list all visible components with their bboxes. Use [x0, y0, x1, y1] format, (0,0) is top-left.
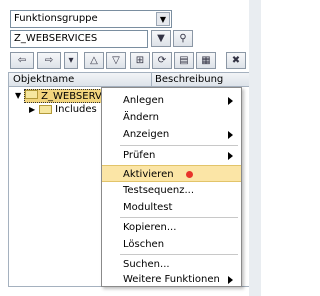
submenu-arrow-icon	[228, 131, 233, 139]
submenu-arrow-icon	[228, 97, 233, 105]
up-button[interactable]: △	[84, 52, 104, 69]
red-dot-icon	[186, 171, 193, 178]
expanded-arrow-icon[interactable]: ▼	[15, 91, 21, 100]
menu-item-weitere-funktionen[interactable]: Weitere Funktionen	[102, 271, 241, 288]
menu-item-aktivieren[interactable]: Aktivieren	[102, 165, 241, 182]
folder-open-icon	[25, 89, 39, 99]
glasses-icon: ⚲	[179, 33, 187, 44]
menu-item-label: Weitere Funktionen	[123, 274, 220, 285]
menu-item-label: Testsequenz...	[123, 185, 195, 196]
display-button[interactable]: ▤	[174, 52, 194, 69]
menu-item-label: Kopieren...	[123, 222, 177, 233]
tree-header: Objektname Beschreibung	[8, 72, 250, 87]
grid-icon: ▦	[201, 55, 211, 66]
arrow-left-icon: ⇦	[17, 55, 27, 66]
menu-item-label: Anzeigen	[123, 129, 170, 140]
column-objektname[interactable]: Objektname	[13, 74, 74, 85]
menu-separator	[120, 145, 238, 146]
history-button[interactable]: ▾	[64, 52, 78, 69]
glasses-display-button[interactable]: ⚲	[173, 30, 193, 47]
menu-item-kopieren[interactable]: Kopieren...	[102, 219, 241, 236]
submenu-arrow-icon	[228, 276, 233, 284]
menu-item-anzeigen[interactable]: Anzeigen	[102, 126, 241, 143]
chevron-down-icon: ▾	[68, 55, 74, 66]
menu-item-label: Modultest	[123, 202, 173, 213]
column-separator	[151, 73, 152, 86]
menu-item-pruefen[interactable]: Prüfen	[102, 147, 241, 164]
refresh-button[interactable]: ⟳	[152, 52, 172, 69]
menu-item-anlegen[interactable]: Anlegen	[102, 92, 241, 109]
context-menu: Anlegen Ändern Anzeigen Prüfen Aktiviere…	[101, 87, 242, 287]
chevron-down-icon[interactable]: ▼	[156, 12, 170, 26]
forward-button[interactable]: ⇨	[37, 52, 61, 69]
menu-item-label: Suchen...	[123, 259, 170, 270]
object-name-value: Z_WEBSERVICES	[14, 33, 98, 44]
object-type-value: Funktionsgruppe	[14, 13, 98, 24]
menu-item-aendern[interactable]: Ändern	[102, 109, 241, 126]
menu-separator	[120, 254, 238, 255]
menu-separator	[120, 217, 238, 218]
menu-item-testsequenz[interactable]: Testsequenz...	[102, 182, 241, 199]
back-button[interactable]: ⇦	[10, 52, 34, 69]
menu-item-label: Aktivieren	[123, 169, 174, 180]
arrow-right-icon: ⇨	[44, 55, 54, 66]
menu-item-label: Löschen	[123, 239, 165, 250]
down-button[interactable]: ▽	[106, 52, 126, 69]
refresh-icon: ⟳	[157, 55, 167, 66]
dropdown-button[interactable]: ▼	[151, 30, 171, 47]
hierarchy-button[interactable]: ⊞	[130, 52, 150, 69]
display-icon: ▤	[179, 55, 189, 66]
collapsed-arrow-icon[interactable]: ▶	[29, 105, 35, 114]
submenu-arrow-icon	[228, 152, 233, 160]
scrollbar[interactable]	[249, 0, 261, 296]
chevron-down-icon: ▼	[157, 33, 165, 44]
menu-item-label: Prüfen	[123, 150, 156, 161]
menu-item-modultest[interactable]: Modultest	[102, 199, 241, 216]
close-icon: ✖	[231, 55, 241, 66]
object-name-field[interactable]: Z_WEBSERVICES	[10, 30, 148, 48]
hierarchy-icon: ⊞	[135, 55, 145, 66]
folder-icon	[39, 105, 53, 114]
menu-item-label: Anlegen	[123, 95, 164, 106]
tree-node-includes[interactable]: ▶ Includes	[29, 103, 97, 116]
column-beschreibung[interactable]: Beschreibung	[155, 74, 223, 85]
tree-node-label: Includes	[55, 104, 97, 115]
menu-item-label: Ändern	[123, 112, 159, 123]
object-navigator: Funktionsgruppe ▼ Z_WEBSERVICES ▼ ⚲ ⇦ ⇨ …	[0, 0, 261, 296]
triangle-up-icon: △	[90, 55, 98, 66]
menu-item-loeschen[interactable]: Löschen	[102, 236, 241, 253]
object-type-select[interactable]: Funktionsgruppe ▼	[10, 10, 172, 28]
settings-button[interactable]: ▦	[196, 52, 216, 69]
close-button[interactable]: ✖	[226, 52, 246, 69]
triangle-down-icon: ▽	[112, 55, 120, 66]
